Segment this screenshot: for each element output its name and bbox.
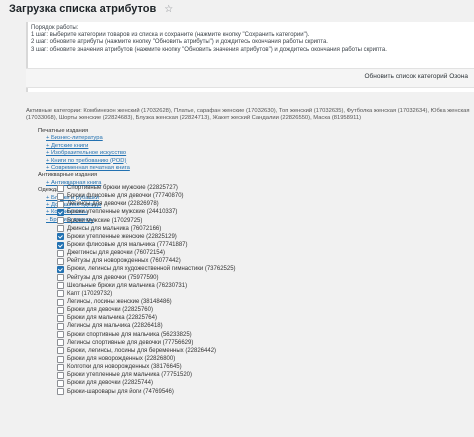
star-icon[interactable]: ☆ <box>164 4 173 15</box>
category-checkbox-label: Колготки для новорожденных (38176645) <box>67 364 182 371</box>
category-checkbox[interactable] <box>57 192 64 200</box>
notice-line: 2 шаг: обновите атрибуты (нажмите кнопку… <box>31 39 328 46</box>
category-checkbox-label: Легинсы для мальчика (22826418) <box>67 323 163 330</box>
category-checkbox-row[interactable]: Брюки спортивные для мальчика (56233825) <box>57 331 236 339</box>
category-checkbox[interactable] <box>57 339 64 347</box>
category-checkbox-row[interactable]: Колготки для новорожденных (38176645) <box>57 363 236 371</box>
tree-link[interactable]: + Бизнес-литература <box>26 135 130 142</box>
category-checkbox[interactable] <box>57 347 64 355</box>
category-checkbox[interactable] <box>57 355 64 363</box>
category-checkbox[interactable] <box>57 298 64 306</box>
page-header: Загрузка списка атрибутов ☆ <box>9 2 173 16</box>
category-checkbox-label: Легинсы, лосины женские (38148486) <box>67 299 172 306</box>
category-checkbox-label: Джинсы для мальчика (76072166) <box>67 225 162 232</box>
category-checkbox[interactable] <box>57 265 64 273</box>
toolbar: Обновить список категорий Озона <box>26 68 474 88</box>
category-checkbox[interactable] <box>57 200 64 208</box>
category-checkbox-row[interactable]: Брюки мужские (17029725) <box>57 217 236 225</box>
notice-line: Порядок работы: <box>31 25 79 31</box>
category-checkbox-label: Брюки утепленные мужские (24410337) <box>67 209 178 216</box>
category-checkbox-label: Рейтузы для новорожденных (76077442) <box>67 258 181 265</box>
category-checkbox[interactable] <box>57 233 64 241</box>
category-checkbox-label: Капт (17029732) <box>67 290 113 297</box>
category-checkbox-label: Брюки для новорожденных (22826800) <box>67 356 176 363</box>
page-title: Загрузка списка атрибутов <box>9 3 157 15</box>
category-checkbox-row[interactable]: Брюки для девочки (22825744) <box>57 379 236 387</box>
category-checkbox-label: Легинсы спортивные для девочки (77756629… <box>67 339 194 346</box>
category-checkbox[interactable] <box>57 306 64 314</box>
notice-line: 1 шаг: выберите категории товаров из спи… <box>31 32 310 39</box>
category-checkbox-row[interactable]: Брюки-шаровары для йоги (74769546) <box>57 388 236 396</box>
category-checkbox[interactable] <box>57 363 64 371</box>
category-checkbox-label: Брюки для мальчика (22825764) <box>67 315 157 322</box>
category-checkbox-label: Спортивные брюки мужские (22825727) <box>67 185 178 192</box>
category-checkbox-row[interactable]: Брюки для мальчика (22825764) <box>57 314 236 322</box>
tree-group-label: Антикварные издания <box>38 172 98 179</box>
category-checkbox-row[interactable]: Легинсы для мальчика (22826418) <box>57 322 236 330</box>
category-checkbox[interactable] <box>57 257 64 265</box>
category-checkbox-row[interactable]: Брюки для девочки (22825760) <box>57 306 236 314</box>
category-checkbox-label: Школьные брюки для мальчика (76230731) <box>67 282 188 289</box>
category-checkbox-row[interactable]: Брюки для новорожденных (22826800) <box>57 355 236 363</box>
category-checkbox-row[interactable]: Брюки утепленные для мальчика (77751520) <box>57 371 236 379</box>
category-checkbox-label: Брюки мужские (17029725) <box>67 217 143 224</box>
tree-link[interactable]: + Изобразительное искусство <box>26 150 130 157</box>
tree-link[interactable]: + Книги по требованию (POD) <box>26 158 130 165</box>
category-checkbox-label: Брюки для девочки (22825744) <box>67 380 153 387</box>
category-checkbox[interactable] <box>57 282 64 290</box>
category-checkbox[interactable] <box>57 217 64 225</box>
category-checkbox-row[interactable]: Брюки утепленные мужские (24410337) <box>57 208 236 216</box>
category-checkbox-label: Брюки спортивные для мальчика (56233825) <box>67 331 192 338</box>
category-checkbox[interactable] <box>57 241 64 249</box>
category-checkbox[interactable] <box>57 184 64 192</box>
category-checkbox[interactable] <box>57 379 64 387</box>
category-checkbox[interactable] <box>57 274 64 282</box>
category-checkbox-label: Брюки, легинсы для художественной гимнас… <box>67 266 236 273</box>
tree-group-label: Печатные издания <box>38 128 89 134</box>
category-checkbox[interactable] <box>57 322 64 330</box>
category-checkbox-row[interactable]: Спортивные брюки мужские (22825727) <box>57 184 236 192</box>
category-checkbox-row[interactable]: Рейтузы для новорожденных (76077442) <box>57 257 236 265</box>
category-checkbox-row[interactable]: Брюки, легинсы для художественной гимнас… <box>57 265 236 273</box>
category-checkbox-row[interactable]: Легинсы спортивные для девочки (77756629… <box>57 339 236 347</box>
category-checkbox-label: Брюки, легинсы, лосины для беременных (2… <box>67 347 217 354</box>
category-checkbox-label: Рейтузы для девочки (75977590) <box>67 274 159 281</box>
category-checkbox-row[interactable]: Капт (17029732) <box>57 290 236 298</box>
category-checkbox[interactable] <box>57 371 64 379</box>
category-checkbox-label: Брюки утепленные для мальчика (77751520) <box>67 372 193 379</box>
category-checkbox-row[interactable]: Брюки утепленные женские (22825129) <box>57 233 236 241</box>
category-checkbox[interactable] <box>57 331 64 339</box>
category-checkbox-label: Брюки флисовые для девочки (77740870) <box>67 193 184 200</box>
refresh-categories-button[interactable]: Обновить список категорий Озона <box>364 73 468 80</box>
category-checklist: Спортивные брюки мужские (22825727) Брюки… <box>57 184 236 396</box>
tree-link[interactable]: + Современная печатная книга <box>26 165 130 172</box>
category-checkbox-row[interactable]: Рейтузы для девочки (75977590) <box>57 274 236 282</box>
category-checkbox[interactable] <box>57 388 64 396</box>
category-checkbox-row[interactable]: Джеггинсы для девочки (76072154) <box>57 249 236 257</box>
category-checkbox[interactable] <box>57 314 64 322</box>
active-categories: Активные категории: Комбинезон женский (… <box>26 108 470 122</box>
category-checkbox-row[interactable]: Брюки флисовые для девочки (77740870) <box>57 192 236 200</box>
notice-line: 3 шаг: обновите значения атрибутов (нажм… <box>31 46 387 53</box>
category-checkbox[interactable] <box>57 208 64 216</box>
category-checkbox-label: Легинсы для девочки (22826978) <box>67 201 159 208</box>
category-checkbox[interactable] <box>57 290 64 298</box>
category-checkbox-row[interactable]: Легинсы, лосины женские (38148486) <box>57 298 236 306</box>
category-checkbox-label: Брюки-шаровары для йоги (74769546) <box>67 388 174 395</box>
category-checkbox[interactable] <box>57 225 64 233</box>
category-checkbox-label: Брюки утепленные женские (22825129) <box>67 233 177 240</box>
category-checkbox-row[interactable]: Джинсы для мальчика (76072166) <box>57 225 236 233</box>
category-checkbox-row[interactable]: Легинсы для девочки (22826978) <box>57 200 236 208</box>
category-checkbox-row[interactable]: Школьные брюки для мальчика (76230731) <box>57 282 236 290</box>
category-checkbox-row[interactable]: Брюки флисовые для мальчика (77741887) <box>57 241 236 249</box>
category-checkbox-row[interactable]: Брюки, легинсы, лосины для беременных (2… <box>57 347 236 355</box>
category-checkbox-label: Джеггинсы для девочки (76072154) <box>67 250 165 257</box>
tree-link[interactable]: + Детские книги <box>26 143 130 150</box>
category-checkbox-label: Брюки для девочки (22825760) <box>67 307 153 314</box>
category-checkbox-label: Брюки флисовые для мальчика (77741887) <box>67 242 188 249</box>
category-checkbox[interactable] <box>57 249 64 257</box>
